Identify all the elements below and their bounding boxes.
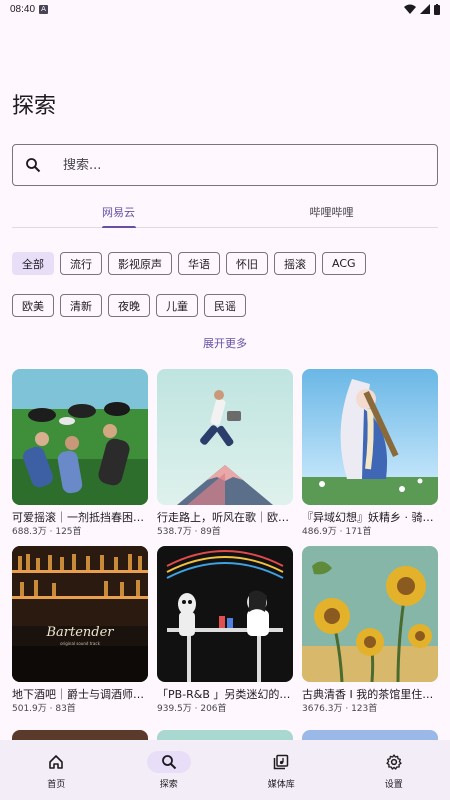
playlist-meta: 486.9万 · 171首 — [302, 527, 372, 537]
playlist-meta: 3676.3万 · 123首 — [302, 704, 378, 714]
playlist-cover-folk[interactable] — [157, 369, 293, 505]
search-field[interactable] — [12, 144, 438, 186]
cover-subtitle-text: original sound track — [60, 641, 100, 646]
playlist-cover-classical[interactable] — [302, 546, 438, 682]
chip-soundtrack[interactable]: 影视原声 — [108, 252, 172, 275]
playlist-card[interactable]: 可爱摇滚｜一剂抵挡春困的良药 688.3万 · 125首 — [12, 369, 148, 538]
category-chips-row-1: 全部 流行 影视原声 华语 怀旧 摇滚 ACG — [12, 252, 366, 275]
nav-library[interactable]: 媒体库 — [225, 740, 338, 800]
playlist-card[interactable]: 『异域幻想』妖精乡 · 骑士之歌 486.9万 · 171首 — [302, 369, 438, 538]
chip-western[interactable]: 欧美 — [12, 294, 54, 317]
chip-pop[interactable]: 流行 — [60, 252, 102, 275]
nav-explore[interactable]: 探索 — [113, 740, 226, 800]
playlist-title: 可爱摇滚｜一剂抵挡春困的良药 — [12, 511, 148, 524]
playlist-title: 『异域幻想』妖精乡 · 骑士之歌 — [302, 511, 438, 524]
nav-home-label: 首页 — [47, 779, 66, 790]
status-time: 08:40 — [10, 3, 36, 15]
chip-night[interactable]: 夜晚 — [108, 294, 150, 317]
chip-nostalgia[interactable]: 怀旧 — [226, 252, 268, 275]
playlist-grid: 可爱摇滚｜一剂抵挡春困的良药 688.3万 · 125首 行走路上，听风在歌｜欧… — [12, 369, 438, 715]
cover-title-text: Bartender — [45, 625, 114, 640]
battery-icon — [434, 3, 440, 15]
library-icon — [259, 751, 303, 773]
nav-library-label: 媒体库 — [267, 779, 295, 790]
playlist-cover-fantasy[interactable] — [302, 369, 438, 505]
playlist-card[interactable]: 「PB-R&B 」另类迷幻的旋律 939.5万 · 206首 — [157, 546, 293, 715]
playlist-title: 「PB-R&B 」另类迷幻的旋律 — [157, 688, 293, 701]
search-input[interactable] — [63, 157, 403, 173]
playlist-title: 行走路上，听风在歌｜欧美民谣 — [157, 511, 293, 524]
playlist-meta: 538.7万 · 89首 — [157, 527, 221, 537]
chip-fresh[interactable]: 清新 — [60, 294, 102, 317]
playlist-meta: 688.3万 · 125首 — [12, 527, 82, 537]
chip-acg[interactable]: ACG — [322, 252, 366, 275]
home-icon — [34, 751, 78, 773]
playlist-card[interactable]: 行走路上，听风在歌｜欧美民谣 538.7万 · 89首 — [157, 369, 293, 538]
playlist-title: 地下酒吧｜爵士与调酒师的夜晚 — [12, 688, 148, 701]
search-icon — [146, 750, 191, 773]
wifi-icon — [404, 4, 416, 14]
playlist-meta: 939.5万 · 206首 — [157, 704, 227, 714]
settings-icon — [372, 751, 416, 773]
status-bar: 08:40 A — [0, 0, 450, 18]
page-title: 探索 — [12, 94, 57, 119]
playlist-card[interactable]: Bartender original sound track 地下酒吧｜爵士与调… — [12, 546, 148, 715]
playlist-card[interactable]: 古典清香 I 我的茶馆里住着诗人 3676.3万 · 123首 — [302, 546, 438, 715]
nav-home[interactable]: 首页 — [0, 740, 113, 800]
tab-bilibili[interactable]: 哔哩哔哩 — [225, 196, 438, 227]
playlist-cover-rnb[interactable] — [157, 546, 293, 682]
tab-netease[interactable]: 网易云 — [12, 196, 225, 227]
chip-chinese[interactable]: 华语 — [178, 252, 220, 275]
signal-icon — [420, 4, 430, 14]
chip-rock[interactable]: 摇滚 — [274, 252, 316, 275]
playlist-cover-jazz-bar[interactable]: Bartender original sound track — [12, 546, 148, 682]
source-tabs: 网易云 哔哩哔哩 — [12, 196, 438, 228]
nav-explore-label: 探索 — [159, 779, 178, 790]
playlist-meta: 501.9万 · 83首 — [12, 704, 76, 714]
chip-kids[interactable]: 儿童 — [156, 294, 198, 317]
category-chips-row-2: 欧美 清新 夜晚 儿童 民谣 — [12, 294, 246, 317]
status-icons — [404, 3, 440, 15]
bottom-navigation: 首页 探索 媒体库 设置 — [0, 740, 450, 800]
expand-more-link[interactable]: 展开更多 — [0, 335, 450, 351]
chip-folk[interactable]: 民谣 — [204, 294, 246, 317]
playlist-title: 古典清香 I 我的茶馆里住着诗人 — [302, 688, 438, 701]
notification-icon: A — [39, 4, 49, 14]
search-icon — [25, 157, 41, 173]
nav-settings[interactable]: 设置 — [338, 740, 450, 800]
chip-all[interactable]: 全部 — [12, 252, 54, 275]
nav-settings-label: 设置 — [384, 779, 403, 790]
playlist-cover-rock[interactable] — [12, 369, 148, 505]
